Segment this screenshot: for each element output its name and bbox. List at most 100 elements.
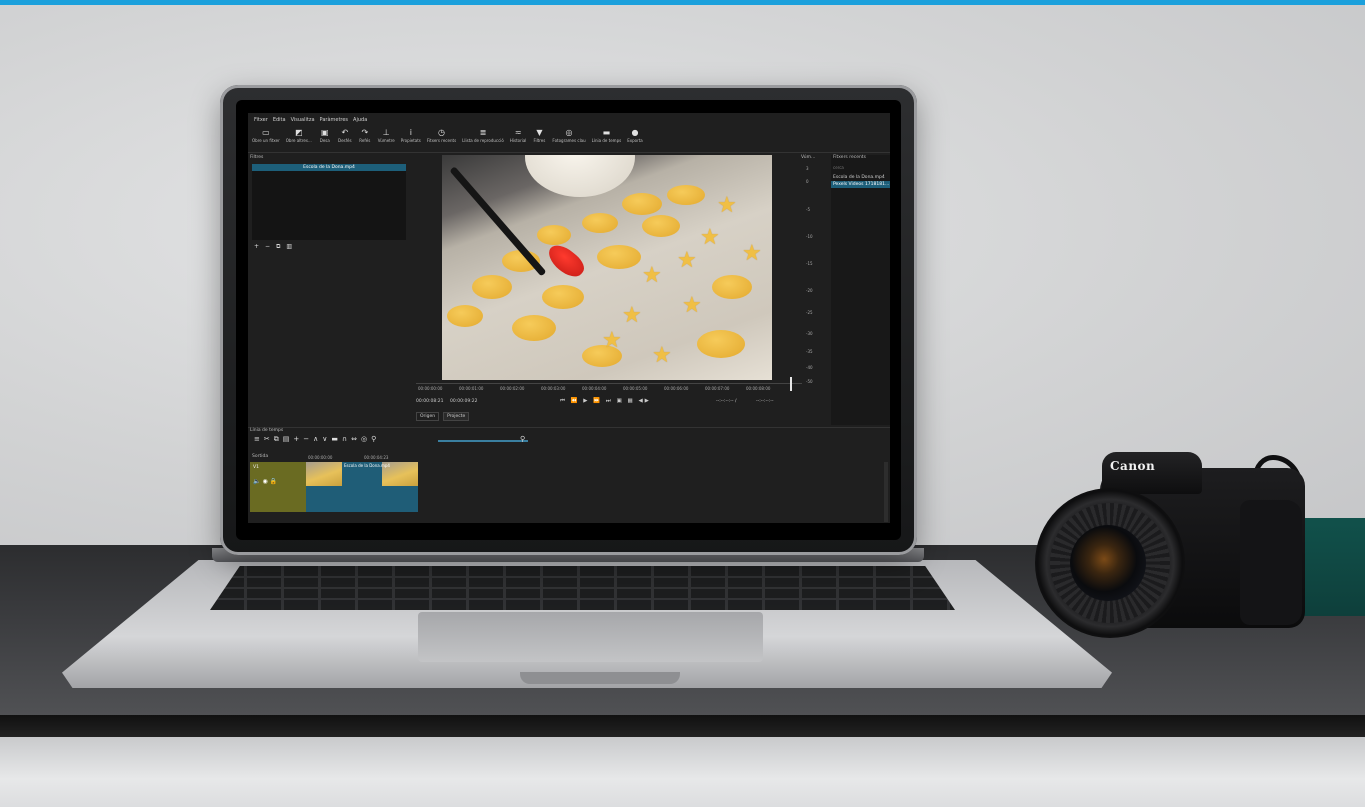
history-button[interactable]: ≂ Historial [508,127,529,152]
scrubber-tick: 00:00:01:00 [459,386,484,391]
save-icon: ▣ [321,128,329,137]
tab-source[interactable]: Origen [416,412,440,421]
filters-list: Escola de la Dona.mp4 [252,164,406,240]
snap-icon[interactable]: ∩ [342,435,347,444]
timeline-clip[interactable]: Escola de la Dona.mp4 [306,462,418,512]
transport-controls[interactable]: ⏮ ⏪ ▶ ⏩ ⏭ ▣ ▦ ◀▶ [560,398,651,405]
recent-file-item[interactable]: Pexels Videos 1718181... [831,181,890,188]
desk-edge [0,715,1365,737]
position-timecode[interactable]: 00:00:08:21 [416,399,443,404]
timeline-toolbar: ≡ ✂ ⧉ ▤ + − ∧ ∨ ▬ ∩ ⇔ ◎ ⚲ [254,435,376,444]
scrubber-tick: 00:00:04:00 [582,386,607,391]
camera-grip [1240,500,1302,625]
bowl [525,155,635,197]
lift-icon[interactable]: ∧ [313,435,318,444]
zoom-slider[interactable] [438,440,528,442]
camera-strap [1298,518,1365,616]
desk-front [0,737,1365,807]
filter-icon: ▼ [536,128,543,137]
export-icon: ● [631,128,639,137]
undo-icon: ↶ [341,128,349,137]
camera-lens-glass [1070,525,1146,601]
camera-brand-logo: Canon [1110,459,1156,473]
playlist-button[interactable]: ≣ Llista de reproducció [460,127,506,152]
info-icon: i [409,128,412,137]
recent-file-item[interactable]: Escola de la Dona.mp4 [831,174,890,181]
scrubber-tick: 00:00:02:00 [500,386,525,391]
timeline-title: Línia de temps [250,428,284,433]
keyframes-button[interactable]: ◎ Fotogrames clau [550,127,587,152]
scrubber-tick: 00:00:07:00 [705,386,730,391]
recent-files-panel: Fitxers recents cerca Escola de la Dona.… [831,155,890,425]
redo-button[interactable]: ↷ Refés [356,127,374,152]
timeline-button[interactable]: ▬ Línia de temps [590,127,624,152]
filters-panel-title: Filtres [250,155,264,160]
recent-button[interactable]: ◷ Fitxers recents [425,127,458,152]
filter-buttons: + − ⧉ ▥ [254,243,292,251]
preview-frame-image: ★ ★ ★ ★ ★ ★ ★ ★ ★ [442,155,772,380]
properties-button[interactable]: i Propietats [399,127,423,152]
scrubber-ruler[interactable]: 00:00:00:00 00:00:01:00 00:00:02:00 00:0… [416,383,802,397]
timeline-panel: Línia de temps ≡ ✂ ⧉ ▤ + − ∧ ∨ ▬ ∩ ⇔ ◎ ⚲… [248,427,890,523]
tab-project[interactable]: Projecte [443,412,470,421]
track-header-v1[interactable]: V1 🔈◉🔒 [250,462,306,512]
laptop-notch [520,672,680,684]
scrub-icon[interactable]: ⇔ [351,435,357,444]
menu-view[interactable]: Visualitza [291,117,315,125]
recent-search-input[interactable]: cerca [833,165,844,170]
menu-edit[interactable]: Edita [273,117,286,125]
transport-bar: 00:00:08:21 00:00:09:22 ⏮ ⏪ ▶ ⏩ ⏭ ▣ ▦ ◀▶… [416,398,802,407]
copy-filter-icon[interactable]: ⧉ [276,243,280,251]
filters-list-item[interactable]: Escola de la Dona.mp4 [252,164,406,171]
scrubber-tick: 00:00:08:00 [746,386,771,391]
scrubber-playhead[interactable] [790,377,792,391]
playlist-icon: ≣ [479,128,487,137]
undo-button[interactable]: ↶ Desfés [336,127,354,152]
timeline-icon: ▬ [602,128,611,137]
redo-icon: ↷ [361,128,369,137]
zoom-in-icon[interactable]: ⚲ [520,435,525,443]
duration-timecode: 00:00:09:22 [450,399,478,404]
meter-button[interactable]: ⊥ Vúmetre [376,127,397,152]
track-controls[interactable]: 🔈◉🔒 [253,478,279,485]
history-icon: ≂ [514,128,522,137]
video-preview[interactable]: ★ ★ ★ ★ ★ ★ ★ ★ ★ [442,155,772,380]
clip-label: Escola de la Dona.mp4 [344,463,390,468]
remove-icon[interactable]: − [303,435,309,444]
copy-icon[interactable]: ⧉ [274,435,279,444]
filters-button[interactable]: ▼ Filtres [530,127,548,152]
append-icon[interactable]: + [293,435,299,444]
overwrite-icon[interactable]: ∨ [322,435,327,444]
remove-filter-icon[interactable]: − [265,243,270,251]
keyframes-icon: ◎ [565,128,573,137]
scrubber-tick: 00:00:05:00 [623,386,648,391]
brush-head [543,239,589,283]
menu-bar: Fitxer Edita Visualitza Paràmetres Ajuda [248,117,890,125]
paste-filter-icon[interactable]: ▥ [286,243,292,251]
zoom-out-icon[interactable]: ⚲ [371,435,376,444]
ripple-icon[interactable]: ◎ [361,435,367,444]
scrubber-tick: 00:00:00:00 [418,386,443,391]
open-other-icon: ◩ [295,128,303,137]
track-name: V1 [253,465,259,470]
brush-handle [449,166,547,277]
filters-panel: Filtres Escola de la Dona.mp4 + − ⧉ ▥ [250,155,408,425]
split-icon[interactable]: ▬ [331,435,338,444]
open-file-icon: ▭ [262,128,270,137]
save-button[interactable]: ▣ Desa [316,127,334,152]
scrubber-tick: 00:00:06:00 [664,386,689,391]
cut-icon[interactable]: ✂ [264,435,270,444]
paste-icon[interactable]: ▤ [283,435,290,444]
audio-meter: Vúm... 3 0 -5 -10 -15 -20 -25 -30 -35 -4… [801,155,816,384]
open-file-button[interactable]: ▭ Obre un fitxer [250,127,282,152]
timeline-scrollbar[interactable] [884,462,888,522]
add-filter-icon[interactable]: + [254,243,259,251]
menu-help[interactable]: Ajuda [353,117,367,125]
timeline-menu-icon[interactable]: ≡ [254,435,260,444]
timeline-ruler[interactable]: 00:00:00:00 00:00:04:23 [306,454,890,462]
menu-settings[interactable]: Paràmetres [320,117,349,125]
export-button[interactable]: ● Exporta [625,127,645,152]
in-point: --:--:--:-- / [716,399,737,404]
open-other-button[interactable]: ◩ Obre altres... [284,127,314,152]
menu-file[interactable]: Fitxer [254,117,268,125]
